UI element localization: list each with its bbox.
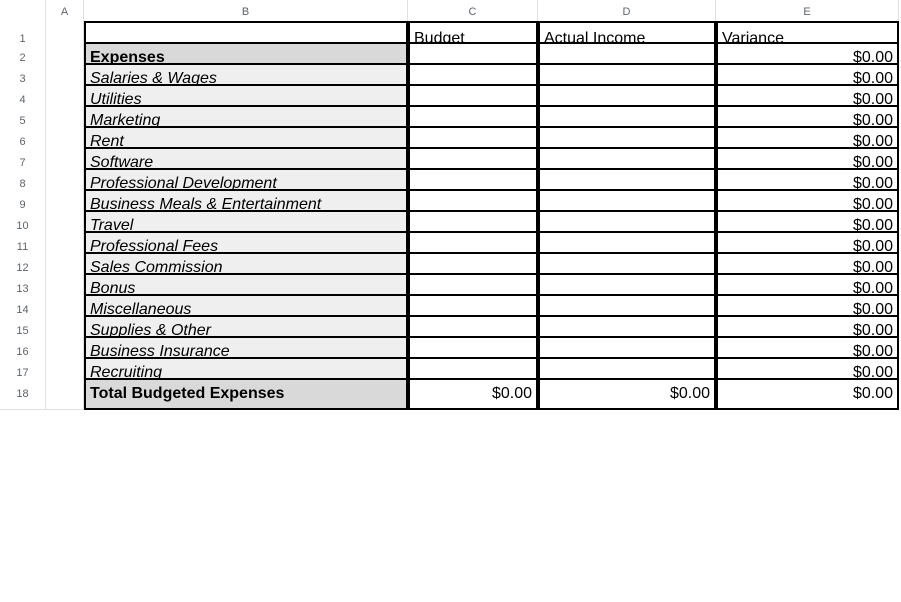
totals-label[interactable]: Total Budgeted Expenses <box>84 378 408 410</box>
row-header-18[interactable]: 18 <box>0 378 46 410</box>
spreadsheet-grid[interactable]: ABCDE1BudgetActual IncomeVariance2Expens… <box>0 0 901 399</box>
totals-actual[interactable]: $0.00 <box>538 378 716 410</box>
totals-budget[interactable]: $0.00 <box>408 378 538 410</box>
totals-variance[interactable]: $0.00 <box>716 378 899 410</box>
cell-a18[interactable] <box>46 378 84 410</box>
